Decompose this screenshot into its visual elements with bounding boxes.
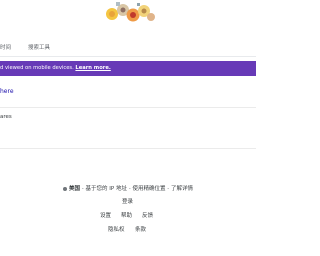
banner-text-wrap: d viewed on mobile devices. Learn more. — [0, 61, 111, 76]
location-row: 美国 - 基于您的 IP 地址 - 使用精确位置 - 了解详情 — [0, 184, 256, 192]
location-ip-basis: 基于您的 IP 地址 — [85, 186, 127, 192]
doodle-logo[interactable] — [103, 0, 157, 24]
footer: 美国 - 基于您的 IP 地址 - 使用精确位置 - 了解详情 登录 设置 帮助… — [0, 149, 256, 256]
page: 时间 搜索工具 d viewed on mobile devices. Lear… — [0, 0, 256, 256]
banner-learn-more-link[interactable]: Learn more. — [75, 65, 110, 71]
result-snippet: ares — [0, 114, 12, 120]
divider — [0, 107, 256, 108]
footer-login-link[interactable]: 登录 — [122, 197, 133, 205]
tab-search-tools[interactable]: 搜索工具 — [28, 43, 50, 51]
banner-text: d viewed on mobile devices. — [0, 65, 74, 71]
footer-feedback-link[interactable]: 反馈 — [142, 211, 153, 219]
search-tabs: 时间 搜索工具 — [0, 40, 256, 57]
location-country: 美国 — [69, 186, 81, 192]
location-learn-more-link[interactable]: 了解详情 — [171, 186, 193, 192]
tab-time[interactable]: 时间 — [0, 43, 11, 51]
footer-terms-link[interactable]: 条款 — [135, 225, 146, 233]
result-link-here[interactable]: here — [0, 88, 14, 95]
footer-help-link[interactable]: 帮助 — [121, 211, 132, 219]
mobile-notice-banner: d viewed on mobile devices. Learn more. — [0, 61, 256, 76]
footer-privacy-link[interactable]: 隐私权 — [108, 225, 125, 233]
location-dot-icon — [63, 186, 68, 191]
use-precise-location-link[interactable]: 使用精确位置 — [132, 186, 165, 192]
footer-settings-link[interactable]: 设置 — [100, 211, 111, 219]
